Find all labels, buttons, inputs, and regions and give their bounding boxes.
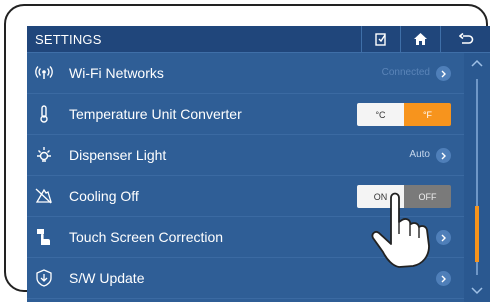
chevron-down-icon[interactable] [471, 287, 483, 295]
fahrenheit-option[interactable]: °F [404, 103, 451, 126]
row-label: S/W Update [69, 270, 145, 286]
light-icon [37, 147, 51, 162]
thermometer-icon [40, 105, 48, 123]
row-temperature-unit: Temperature Unit Converter °C °F [27, 94, 464, 135]
chevron-right-icon[interactable] [436, 148, 451, 163]
chevron-right-icon[interactable] [436, 66, 451, 81]
update-icon [36, 269, 52, 287]
temperature-unit-toggle[interactable]: °C °F [357, 103, 451, 126]
chevron-up-icon[interactable] [471, 59, 483, 67]
wifi-icon [35, 66, 53, 79]
back-button[interactable] [440, 26, 490, 52]
page-title: SETTINGS [35, 32, 102, 47]
row-label: Dispenser Light [69, 147, 167, 163]
row-label: Temperature Unit Converter [69, 106, 242, 122]
cooling-off-icon [35, 188, 52, 204]
home-button[interactable] [400, 26, 439, 52]
back-icon [458, 32, 473, 44]
device-frame: SETTINGS Wi-Fi Networks Connected Temper… [4, 4, 490, 302]
touch-icon [37, 229, 50, 245]
scrollbar[interactable] [464, 53, 490, 302]
row-wifi-networks[interactable]: Wi-Fi Networks Connected [27, 53, 464, 94]
scroll-thumb[interactable] [475, 206, 479, 262]
chevron-right-icon[interactable] [436, 271, 451, 286]
top-bar: SETTINGS [27, 26, 490, 53]
wifi-status: Connected [381, 67, 430, 78]
row-label: Wi-Fi Networks [69, 65, 164, 81]
row-label: Cooling Off [69, 188, 139, 204]
memo-button[interactable] [361, 26, 400, 52]
row-dispenser-light[interactable]: Dispenser Light Auto [27, 135, 464, 176]
row-label: Touch Screen Correction [69, 229, 224, 245]
clipboard-icon [375, 32, 386, 46]
hand-pointer-icon [371, 192, 430, 268]
home-icon [413, 33, 427, 45]
celsius-option[interactable]: °C [357, 103, 404, 126]
dispenser-light-value: Auto [409, 149, 430, 160]
